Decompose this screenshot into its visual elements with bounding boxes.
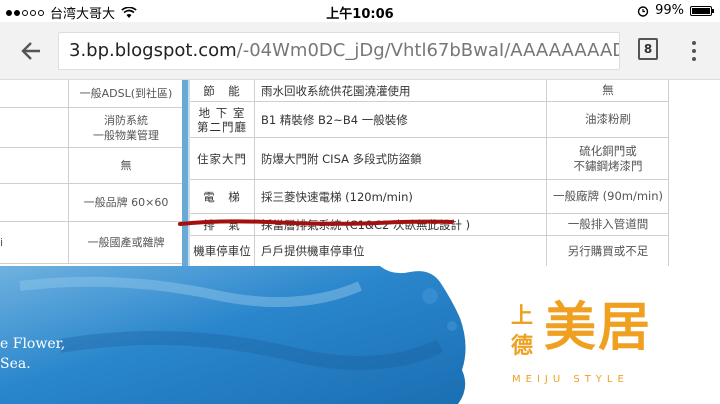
row-label: 地 下 室 第二門廳 <box>197 105 247 134</box>
status-right: 99% <box>637 3 714 18</box>
url-host: 3.bp.blogspot.com <box>69 40 237 61</box>
table-row: 節 能 雨水回收系統供花園澆灌使用 無 <box>190 80 668 102</box>
row-standard: 一般廠牌 (90m/min) <box>546 180 669 213</box>
spec-comparison-area: 一般ADSL(到社區) 消防系統 一般物業管理 無 一般品牌 60×60 i 一… <box>0 80 720 266</box>
table-right-border <box>668 80 669 266</box>
clock: 上午10:06 <box>326 7 394 22</box>
table-row: 機車停車位 戶戶提供機車停車位 另行購買或不足 <box>190 236 668 266</box>
alarm-icon <box>637 5 649 17</box>
table-row: 住家大門 防爆大門附 CISA 多段式防盜鎖 硫化銅門或 不鏽鋼烤漆門 <box>190 138 668 180</box>
row-value: 雨水回收系統供花園澆灌使用 <box>254 80 546 101</box>
table-row: 電 梯 採三菱快速電梯 (120m/min) 一般廠牌 (90m/min) <box>190 180 668 214</box>
red-annotation-underline <box>178 219 454 226</box>
battery-percent: 99% <box>655 3 684 18</box>
row-standard: 另行購買或不足 <box>546 236 669 266</box>
table-row: 一般ADSL(到社區) <box>0 80 182 108</box>
row-label: 住家大門 <box>197 151 247 166</box>
table-cell: 一般ADSL(到社區) <box>68 80 183 107</box>
tab-switcher-button[interactable]: 8 <box>638 38 658 60</box>
row-label: 節 能 <box>203 83 241 98</box>
row-standard: 一般排入管道間 <box>546 214 669 235</box>
table-row: 一般品牌 60×60 <box>0 184 182 222</box>
url-path: /-04Wm0DC_jDg/Vhtl67bBwaI/AAAAAAAADqM/Dv… <box>236 40 620 61</box>
row-standard: 油漆粉刷 <box>546 102 669 137</box>
battery-icon <box>690 5 714 16</box>
brand-banner: e Flower, Sea. 上德 美居 MEIJU STYLE <box>0 266 720 404</box>
spec-table: 節 能 雨水回收系統供花園澆灌使用 無 地 下 室 第二門廳 B1 精裝修 B2… <box>190 80 668 266</box>
brand-logo-main: 美居 <box>544 297 653 358</box>
table-cell: 一般國產或雜牌 <box>68 222 183 263</box>
table-row: i 一般國產或雜牌 <box>0 222 182 264</box>
brand-logo-small: 上德 <box>510 304 533 359</box>
row-value: 戶戶提供機車停車位 <box>254 236 546 266</box>
banner-tagline-line1: e Flower, <box>0 336 66 352</box>
row-value: 防爆大門附 CISA 多段式防盜鎖 <box>254 138 546 179</box>
row-label: 機車停車位 <box>193 244 251 258</box>
table-cell-edge: i <box>0 236 4 249</box>
row-value: 採三菱快速電梯 (120m/min) <box>254 180 546 213</box>
back-arrow-icon[interactable] <box>16 36 46 66</box>
table-row: 地 下 室 第二門廳 B1 精裝修 B2~B4 一般裝修 油漆粉刷 <box>190 102 668 138</box>
browser-toolbar: 3.bp.blogspot.com/-04Wm0DC_jDg/Vhtl67bBw… <box>0 22 720 80</box>
row-label: 電 梯 <box>203 189 241 204</box>
page-content: 一般ADSL(到社區) 消防系統 一般物業管理 無 一般品牌 60×60 i 一… <box>0 80 720 404</box>
banner-tagline-line2: Sea. <box>0 356 31 372</box>
table-cell: 無 <box>68 148 183 183</box>
row-standard: 硫化銅門或 不鏽鋼烤漆門 <box>546 138 669 179</box>
row-standard: 無 <box>546 80 669 101</box>
table-cell: 一般品牌 60×60 <box>68 184 183 221</box>
overflow-menu-icon[interactable] <box>684 36 704 66</box>
row-value: B1 精裝修 B2~B4 一般裝修 <box>254 102 546 137</box>
left-comparison-table: 一般ADSL(到社區) 消防系統 一般物業管理 無 一般品牌 60×60 i 一… <box>0 80 182 266</box>
address-bar[interactable]: 3.bp.blogspot.com/-04Wm0DC_jDg/Vhtl67bBw… <box>58 32 620 70</box>
brand-logo-subtitle: MEIJU STYLE <box>512 374 629 385</box>
table-row: 無 <box>0 148 182 184</box>
table-cell: 消防系統 一般物業管理 <box>68 108 183 147</box>
status-bar: 台湾大哥大 上午10:06 99% <box>0 0 720 22</box>
table-row: 消防系統 一般物業管理 <box>0 108 182 148</box>
